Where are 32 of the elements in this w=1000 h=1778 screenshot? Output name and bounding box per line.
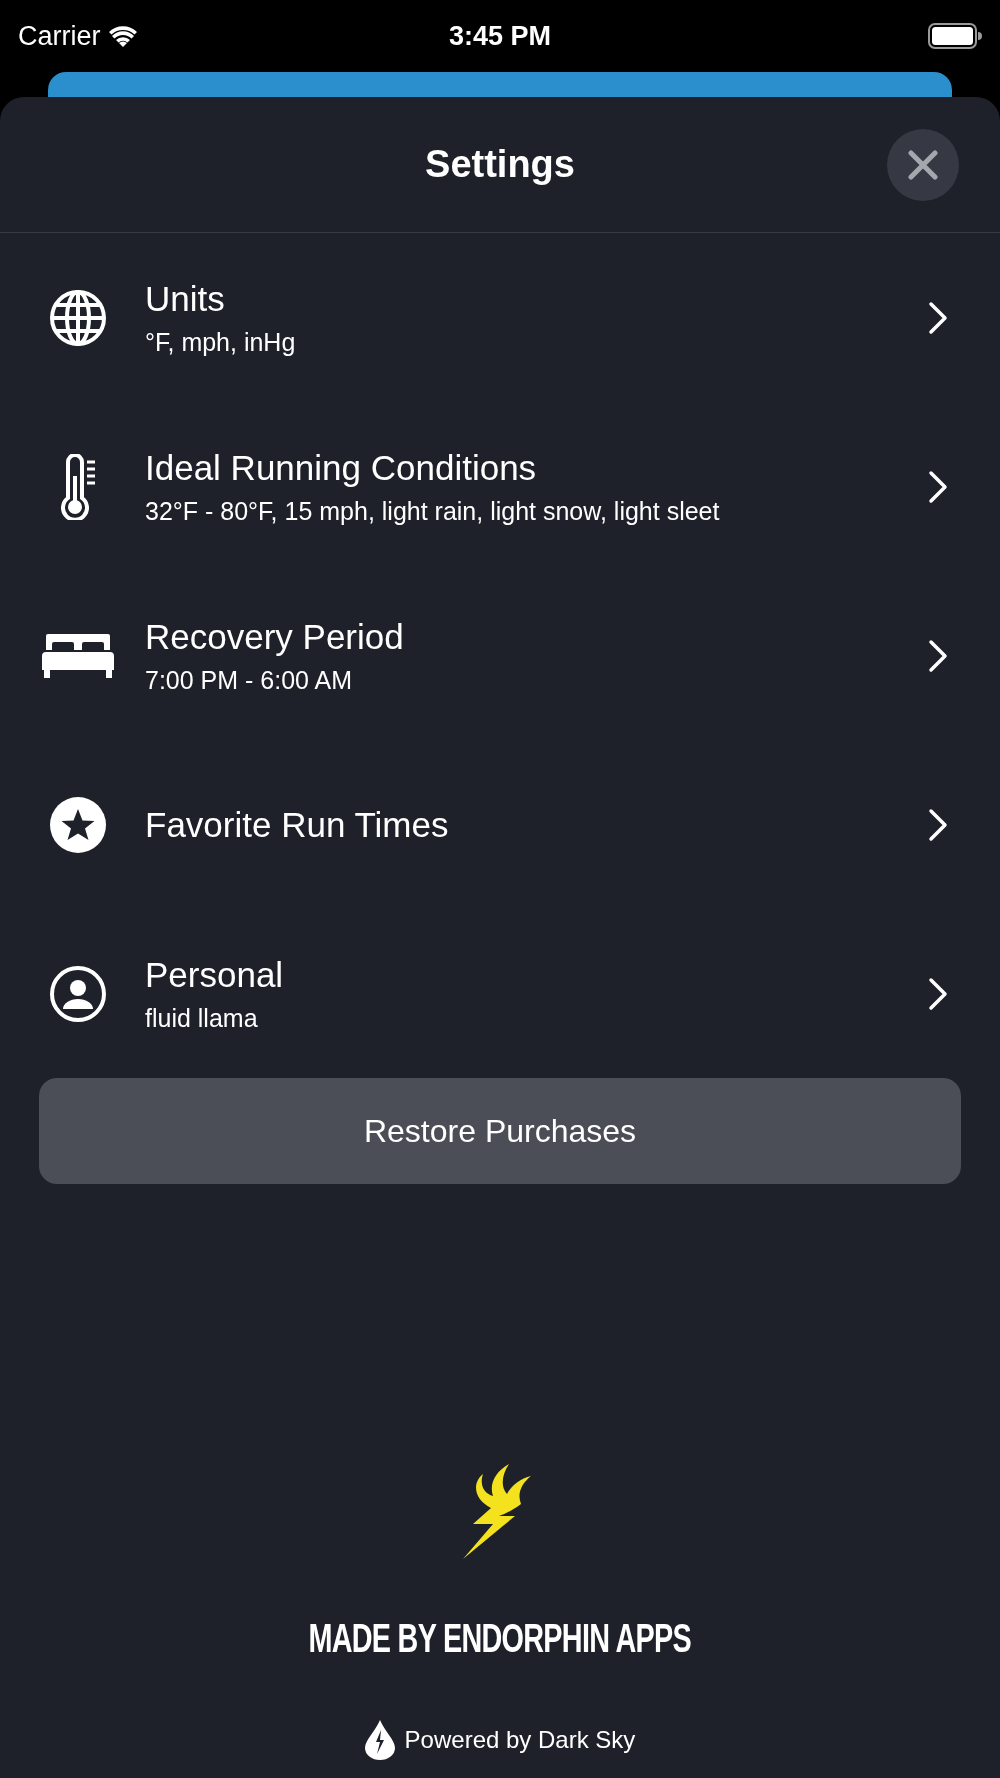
powered-by-text: Powered by Dark Sky — [404, 1725, 636, 1755]
row-subtitle: 7:00 PM - 6:00 AM — [145, 664, 354, 696]
row-title: Ideal Running Conditions — [145, 447, 538, 489]
chevron-icon — [928, 469, 948, 504]
row-subtitle: °F, mph, inHg — [145, 326, 297, 358]
settings-row[interactable]: Favorite Run Times — [0, 740, 1000, 909]
settings-row[interactable]: Units °F, mph, inHg — [0, 233, 1000, 402]
wifi-icon — [108, 25, 137, 47]
row-title: Favorite Run Times — [145, 803, 450, 846]
row-title: Recovery Period — [145, 616, 405, 658]
chevron-icon — [928, 638, 948, 673]
person-icon — [47, 963, 108, 1024]
row-subtitle: fluid llama — [145, 1002, 259, 1034]
restore-purchases-button[interactable]: Restore Purchases — [39, 1078, 961, 1184]
raindrop-icon — [364, 1720, 395, 1760]
bed-icon — [41, 631, 114, 680]
settings-title: Settings — [425, 142, 575, 187]
row-title: Units — [145, 278, 226, 320]
globe-icon — [47, 287, 108, 348]
chevron-icon — [928, 976, 948, 1011]
battery-icon — [928, 23, 982, 49]
settings-row[interactable]: Ideal Running Conditions 32°F - 80°F, 15 mph, light rain, light snow, light sleet — [0, 402, 1000, 571]
close-icon — [908, 150, 938, 180]
settings-row[interactable]: Recovery Period 7:00 PM - 6:00 AM — [0, 571, 1000, 740]
carrier-label: Carrier — [18, 19, 101, 53]
row-subtitle: 32°F - 80°F, 15 mph, light rain, light snow, light sleet — [145, 495, 721, 527]
chevron-icon — [928, 300, 948, 335]
status-time: 3:45 PM — [448, 19, 551, 53]
row-title: Personal — [145, 954, 285, 996]
made-by-text: MADE BY ENDORPHIN APPS — [308, 1615, 692, 1662]
settings-row[interactable]: Personal fluid llama — [0, 909, 1000, 1078]
chevron-icon — [928, 807, 948, 842]
